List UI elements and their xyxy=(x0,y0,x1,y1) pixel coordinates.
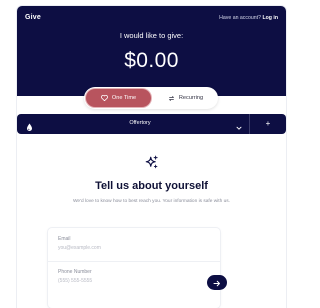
account-prompt: Have an account? Log in xyxy=(219,15,278,21)
email-label: Email xyxy=(58,236,71,242)
email-input[interactable] xyxy=(58,244,178,252)
one-time-option[interactable]: One Time xyxy=(86,89,151,107)
fund-selector[interactable]: Offertory + xyxy=(17,114,286,134)
amount-display[interactable]: $0.00 xyxy=(17,49,286,73)
brand-title: Give xyxy=(25,14,41,21)
about-subtitle: We'd love to know how to best reach you.… xyxy=(72,199,231,204)
email-field: Email xyxy=(48,228,220,262)
one-time-label: One Time xyxy=(111,95,137,101)
phone-label: Phone Number xyxy=(58,269,92,275)
page: Give Have an account? Log in I would lik… xyxy=(0,0,287,308)
chevron-down-icon[interactable] xyxy=(235,119,243,137)
add-fund-button[interactable]: + xyxy=(250,114,286,134)
frequency-toggle: One Time Recurring xyxy=(84,87,218,109)
fund-name: Offertory xyxy=(129,120,151,126)
header-banner: Give Have an account? Log in I would lik… xyxy=(17,6,286,96)
sparkle-icon xyxy=(144,155,159,175)
recurring-option[interactable]: Recurring xyxy=(155,89,216,107)
repeat-icon xyxy=(168,95,175,102)
phone-input[interactable] xyxy=(58,277,178,285)
login-link[interactable]: Log in xyxy=(262,15,278,21)
give-prompt: I would like to give: xyxy=(119,31,184,40)
phone-field: Phone Number xyxy=(48,262,227,308)
recurring-label: Recurring xyxy=(178,95,204,101)
about-title: Tell us about yourself xyxy=(95,180,208,192)
arrow-right-icon xyxy=(213,274,221,292)
contact-form: Email Phone Number xyxy=(48,228,227,308)
heart-icon xyxy=(100,95,108,101)
account-prompt-text: Have an account? xyxy=(219,15,261,21)
next-button[interactable] xyxy=(207,275,227,290)
